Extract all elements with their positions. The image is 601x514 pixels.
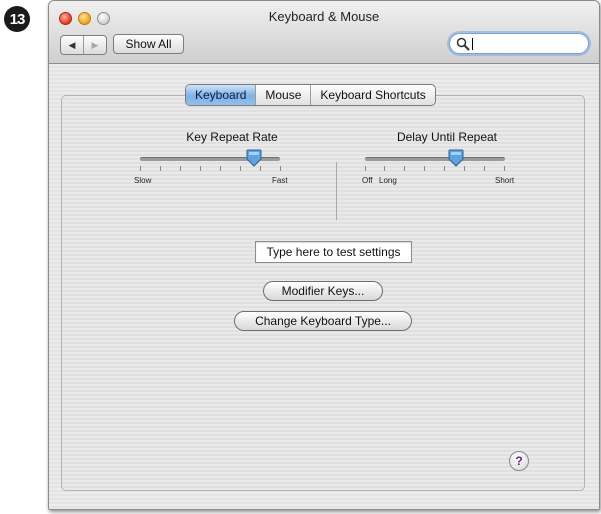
tick [464, 166, 465, 171]
short-label: Short [495, 176, 515, 185]
tick [160, 166, 161, 171]
tab-mouse[interactable]: Mouse [255, 85, 310, 105]
window-title: Keyboard & Mouse [268, 9, 380, 24]
tab-keyboard-shortcuts[interactable]: Keyboard Shortcuts [310, 85, 434, 105]
tick [404, 166, 405, 171]
delay-slider-thumb[interactable] [448, 149, 464, 167]
tick [484, 166, 485, 171]
tick [504, 166, 505, 171]
tick [220, 166, 221, 171]
off-label: Off [362, 176, 373, 185]
change-keyboard-type-button[interactable]: Change Keyboard Type... [234, 311, 412, 331]
tick [444, 166, 445, 171]
tab-keyboard[interactable]: Keyboard [186, 85, 256, 105]
back-forward-control: ◀ ▶ [60, 35, 107, 55]
keyboard-settings-group: Key Repeat Rate Slow Fast Delay Until Re… [61, 95, 585, 491]
modifier-keys-button[interactable]: Modifier Keys... [263, 281, 383, 301]
preferences-pane: Keyboard Mouse Keyboard Shortcuts Key Re… [49, 64, 599, 509]
tick [365, 166, 366, 171]
tick [240, 166, 241, 171]
long-label: Long [379, 176, 397, 185]
forward-arrow-icon[interactable]: ▶ [84, 36, 106, 54]
search-icon [456, 37, 470, 50]
step-number-badge: 13 [4, 6, 30, 32]
column-divider [336, 162, 337, 220]
tick [180, 166, 181, 171]
delay-until-repeat-label: Delay Until Repeat [396, 130, 498, 144]
tick [140, 166, 141, 171]
slow-label: Slow [134, 176, 152, 185]
fast-label: Fast [272, 176, 288, 185]
tick [384, 166, 385, 171]
tick [280, 166, 281, 171]
key-repeat-slider-thumb[interactable] [246, 149, 262, 167]
test-settings-field[interactable]: Type here to test settings [255, 241, 412, 263]
preferences-window: Keyboard & Mouse ◀ ▶ Show All Keyboard M… [48, 0, 600, 510]
tick [424, 166, 425, 171]
tick [200, 166, 201, 171]
back-arrow-icon[interactable]: ◀ [61, 36, 84, 54]
key-repeat-label: Key Repeat Rate [186, 130, 278, 144]
show-all-button[interactable]: Show All [113, 34, 184, 54]
text-cursor [472, 37, 473, 50]
help-icon[interactable]: ? [509, 451, 529, 471]
title-bar: Keyboard & Mouse ◀ ▶ Show All [49, 1, 599, 64]
search-field[interactable] [449, 33, 589, 54]
delay-track [365, 157, 505, 161]
tab-bar: Keyboard Mouse Keyboard Shortcuts [185, 84, 436, 106]
